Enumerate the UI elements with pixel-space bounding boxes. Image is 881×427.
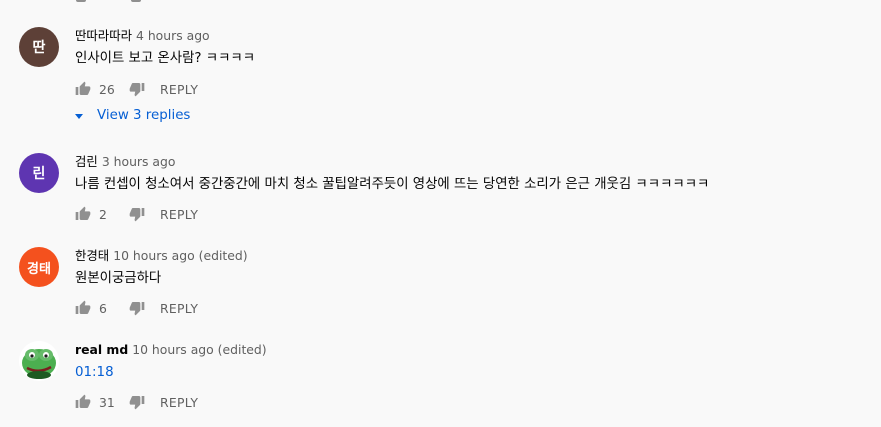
comment-time[interactable]: 3 hours ago	[102, 154, 176, 169]
comment-time[interactable]: 4 hours ago	[136, 28, 210, 43]
comment-author[interactable]: 검린	[75, 154, 98, 169]
reply-button[interactable]: REPLY	[160, 207, 198, 222]
comment-author[interactable]: real md	[75, 342, 128, 357]
like-count: 31	[99, 394, 115, 410]
avatar[interactable]: 딴	[19, 27, 59, 67]
like-icon[interactable]	[75, 300, 91, 316]
timestamp-link[interactable]: 01:18	[75, 363, 865, 383]
caret-down-icon	[75, 113, 83, 119]
avatar-initial: 딴	[32, 40, 46, 56]
reply-button[interactable]: REPLY	[160, 82, 198, 97]
comment-text: 나름 컨셉이 청소여서 중간중간에 마치 청소 꿀팁알려주듯이 영상에 뜨는 당…	[75, 177, 710, 192]
like-icon[interactable]	[75, 394, 91, 410]
comment-time[interactable]: 10 hours ago (edited)	[132, 342, 266, 357]
dislike-icon-partial	[131, 0, 141, 2]
dislike-icon[interactable]	[129, 81, 145, 97]
avatar[interactable]: 경태	[19, 247, 59, 287]
comment-author[interactable]: 한경태	[75, 248, 109, 263]
avatar[interactable]: 린	[19, 153, 59, 193]
like-count: 2	[99, 206, 107, 222]
comment-text: 원본이궁금하다	[75, 271, 162, 286]
comment-text: 인사이트 보고 온사람? ㅋㅋㅋㅋ	[75, 51, 256, 66]
dislike-icon[interactable]	[129, 206, 145, 222]
reply-button[interactable]: REPLY	[160, 301, 198, 316]
comment-time[interactable]: 10 hours ago (edited)	[113, 248, 247, 263]
like-icon-partial	[76, 0, 86, 2]
avatar-initial: 경태	[27, 261, 51, 277]
avatar[interactable]	[19, 341, 59, 381]
previous-comment-actions	[76, 0, 881, 6]
reply-button[interactable]: REPLY	[160, 395, 198, 410]
like-count: 6	[99, 300, 107, 316]
frog-avatar-icon	[19, 341, 59, 381]
comment-author[interactable]: 딴따라따라	[75, 28, 132, 43]
avatar-initial: 린	[32, 166, 46, 182]
like-icon[interactable]	[75, 206, 91, 222]
dislike-icon[interactable]	[129, 394, 145, 410]
view-replies-label[interactable]: View 3 replies	[97, 108, 190, 123]
view-replies-button[interactable]: View 3 replies	[75, 108, 190, 123]
like-count: 26	[99, 81, 115, 97]
dislike-icon[interactable]	[129, 300, 145, 316]
like-icon[interactable]	[75, 81, 91, 97]
